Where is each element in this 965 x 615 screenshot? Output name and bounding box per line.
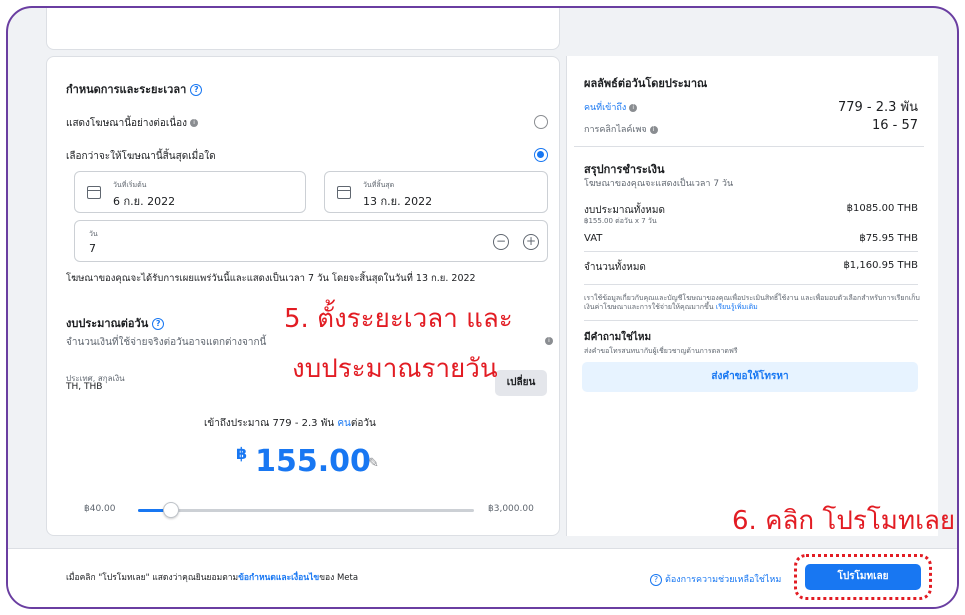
daily-budget-amount[interactable]: ฿ 155.00: [236, 444, 371, 479]
country-value: TH, THB: [66, 382, 103, 392]
plus-icon[interactable]: +: [523, 234, 539, 250]
vat-label: VAT: [584, 233, 603, 244]
budget-title: งบประมาณต่อวัน?: [66, 314, 165, 332]
minus-icon[interactable]: −: [493, 234, 509, 250]
choose-end-radio[interactable]: [534, 148, 548, 162]
grand-total-label: จำนวนทั้งหมด: [584, 262, 646, 273]
budget-note: จำนวนเงินที่ใช้จ่ายจริงต่อวันอาจแตกต่างจ…: [66, 337, 267, 348]
end-date-value: 13 ก.ย. 2022: [363, 195, 433, 208]
end-date-field[interactable]: วันที่สิ้นสุด 13 ก.ย. 2022: [324, 171, 548, 213]
amount-value: 155.00: [255, 444, 371, 479]
slider-min-label: ฿40.00: [84, 504, 116, 514]
reach-estimate: เข้าถึงประมาณ 779 - 2.3 พัน คนต่อวัน: [204, 418, 376, 429]
calendar-icon: [337, 186, 351, 199]
slider-handle[interactable]: [162, 502, 179, 518]
info-icon[interactable]: i: [190, 119, 199, 127]
days-stepper[interactable]: วัน 7 − +: [74, 220, 548, 262]
vat-value: ฿75.95 THB: [859, 233, 918, 244]
divider: [584, 284, 918, 285]
help-icon[interactable]: ?: [190, 84, 203, 96]
reach-value: 779 - 2.3 พัน: [837, 100, 918, 115]
end-date-label: วันที่สิ้นสุด: [363, 181, 395, 189]
days-value: 7: [89, 242, 96, 255]
request-call-button[interactable]: ส่งคำขอให้โทรหา: [582, 362, 918, 392]
questions-title: มีคำถามใช่ไหม: [584, 332, 652, 343]
total-budget-breakdown: ฿155.00 ต่อวัน x 7 วัน: [584, 217, 657, 225]
help-icon[interactable]: ?: [152, 318, 165, 330]
choose-end-label: เลือกว่าจะให้โฆษณานี้สิ้นสุดเมื่อใด: [66, 151, 216, 162]
calendar-icon: [87, 186, 101, 199]
slider-max-label: ฿3,000.00: [488, 504, 534, 514]
results-title: ผลลัพธ์ต่อวันโดยประมาณ: [584, 77, 708, 90]
start-date-value: 6 ก.ย. 2022: [113, 195, 176, 208]
billing-disclaimer: เราใช้ข้อมูลเกี่ยวกับคุณและบัญชีโฆษณาของ…: [584, 294, 920, 311]
clicks-value: 16 - 57: [871, 118, 918, 133]
currency-symbol: ฿: [236, 444, 248, 463]
divider: [574, 146, 924, 147]
learn-more-link[interactable]: เรียนรู้เพิ่มเติม: [716, 303, 758, 311]
schedule-summary: โฆษณาของคุณจะได้รับการเผยแพร่วันนี้และแส…: [66, 273, 476, 284]
previous-section-card: [46, 8, 560, 50]
help-icon: ?: [650, 573, 662, 586]
step5-annotation-line2: งบประมาณรายวัน: [292, 354, 498, 384]
info-icon[interactable]: i: [649, 125, 658, 134]
divider: [584, 251, 918, 252]
clicks-label: การคลิกไลค์เพจ i: [584, 122, 658, 136]
screenshot-frame: กำหนดการและระยะเวลา? แสดงโฆษณานี้อย่างต่…: [6, 6, 959, 609]
reach-label: คนที่เข้าถึง i: [584, 100, 638, 114]
reach-people-link[interactable]: คน: [337, 418, 351, 429]
continuous-radio[interactable]: [534, 115, 548, 129]
terms-text: เมื่อคลิก "โปรโมทเลย" แสดงว่าคุณยินยอมตา…: [66, 573, 359, 583]
change-currency-button[interactable]: เปลี่ยน: [495, 370, 547, 396]
continuous-option-label: แสดงโฆษณานี้อย่างต่อเนื่อง i: [66, 116, 199, 131]
start-date-label: วันที่เริ่มต้น: [113, 181, 147, 189]
step5-annotation-line1: 5. ตั้งระยะเวลา และ: [284, 304, 513, 334]
info-icon[interactable]: i: [545, 337, 553, 345]
pencil-icon[interactable]: ✎: [368, 456, 382, 471]
info-icon[interactable]: i: [629, 103, 638, 112]
payment-subtitle: โฆษณาของคุณจะแสดงเป็นเวลา 7 วัน: [584, 179, 734, 189]
terms-link[interactable]: ข้อกำหนดและเงื่อนไข: [238, 573, 319, 583]
days-label: วัน: [89, 230, 98, 238]
questions-subtitle: ส่งคำขอโทรสนทนากับผู้เชี่ยวชาญด้านการตลา…: [584, 347, 738, 355]
start-date-field[interactable]: วันที่เริ่มต้น 6 ก.ย. 2022: [74, 171, 306, 213]
help-link[interactable]: ? ต้องการความช่วยเหลือใช่ไหม: [650, 572, 781, 586]
budget-slider[interactable]: [138, 502, 474, 518]
annotation-highlight: [794, 554, 932, 600]
schedule-title: กำหนดการและระยะเวลา?: [66, 80, 203, 98]
grand-total-value: ฿1,160.95 THB: [843, 260, 918, 271]
step6-annotation: 6. คลิก โปรโมทเลย: [732, 506, 956, 536]
total-budget-value: ฿1085.00 THB: [846, 203, 918, 214]
divider: [584, 320, 918, 321]
